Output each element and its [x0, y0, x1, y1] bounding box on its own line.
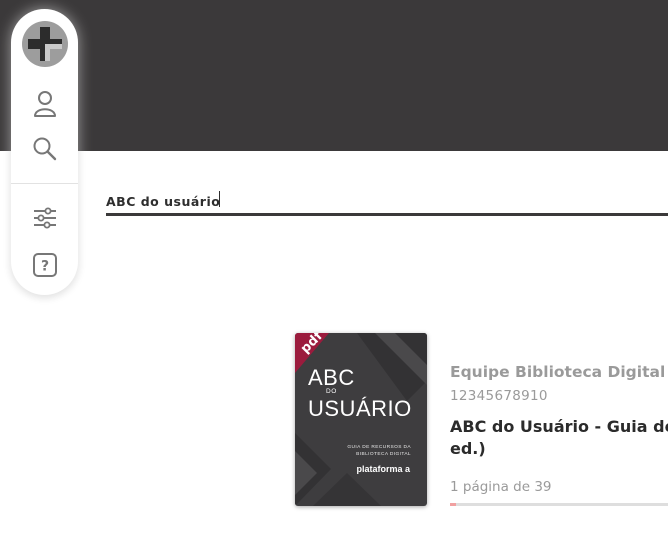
- cover-title-usuario: USUÁRIO: [308, 396, 412, 421]
- profile-button[interactable]: [28, 87, 62, 121]
- search-icon: [33, 137, 56, 161]
- reading-progress-fill: [450, 503, 456, 506]
- add-icon: [27, 27, 62, 61]
- book-title[interactable]: ABC do Usuário - Guia de ed.): [450, 416, 668, 460]
- book-title-line1: ABC do Usuário - Guia de: [450, 417, 668, 436]
- help-icon: ?: [32, 253, 57, 277]
- text-caret: [219, 191, 220, 207]
- add-button[interactable]: [21, 21, 68, 67]
- sliders-icon: [33, 207, 56, 229]
- header-band: [0, 0, 668, 151]
- book-cover[interactable]: pdf ABC DO USUÁRIO GUIA DE RECURSOS DA B…: [295, 333, 427, 506]
- cover-title-do: DO: [326, 388, 337, 395]
- search-button[interactable]: [28, 132, 62, 166]
- search-input[interactable]: [106, 190, 668, 212]
- book-isbn: 12345678910: [450, 388, 548, 404]
- cover-subtitle: GUIA DE RECURSOS DA BIBLIOTECA DIGITAL: [331, 445, 411, 458]
- cover-brand-logo: plataforma a: [356, 464, 410, 474]
- floating-toolbar: ?: [11, 9, 78, 295]
- cover-subtitle-line2: BIBLIOTECA DIGITAL: [356, 451, 411, 457]
- svg-text:?: ?: [40, 259, 48, 275]
- book-title-line2: ed.): [450, 439, 486, 458]
- user-icon: [33, 91, 56, 117]
- toolbar-divider: [11, 183, 78, 184]
- reading-progress-text: 1 página de 39: [450, 479, 552, 495]
- help-button[interactable]: ?: [28, 248, 62, 282]
- search-field[interactable]: [106, 184, 668, 216]
- settings-button[interactable]: [28, 201, 62, 235]
- book-author: Equipe Biblioteca Digital: [450, 363, 666, 381]
- reading-progress-bar: [450, 503, 668, 506]
